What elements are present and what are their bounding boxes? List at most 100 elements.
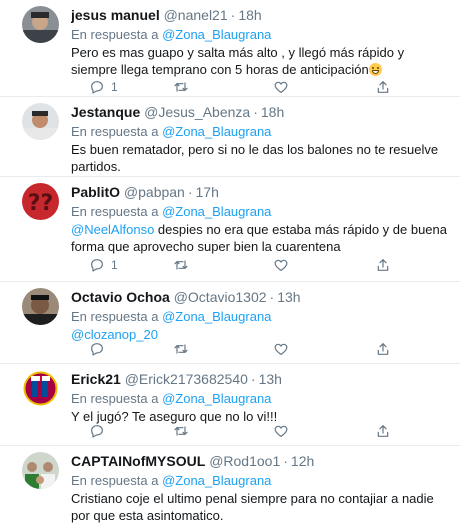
like-button[interactable]: [273, 421, 289, 441]
replying-to-mention[interactable]: @Zona_Blaugrana: [162, 309, 271, 324]
user-handle[interactable]: @pabpan: [124, 184, 185, 200]
tweet-actions: 1: [71, 255, 411, 275]
tweet-header: PablitO @pabpan · 17h: [71, 183, 448, 201]
share-button[interactable]: [375, 421, 391, 441]
heart-icon: [274, 81, 288, 93]
heart-icon: [274, 343, 288, 355]
replying-to: En respuesta a @Zona_Blaugrana: [71, 472, 448, 489]
replying-prefix: En respuesta a: [71, 309, 159, 324]
replying-to-mention[interactable]: @Zona_Blaugrana: [162, 204, 271, 219]
display-name[interactable]: PablitO: [71, 184, 120, 200]
reply-count: 1: [111, 80, 118, 94]
share-icon: [377, 343, 389, 355]
separator-dot: ·: [253, 104, 258, 120]
user-handle[interactable]: @Octavio1302: [174, 289, 267, 305]
heart-icon: [274, 259, 288, 271]
user-handle[interactable]: @nanel21: [164, 7, 228, 23]
svg-text:??: ??: [28, 191, 54, 216]
tweet[interactable]: Jestanque @Jesus_Abenza · 18h En respuesta…: [0, 97, 460, 177]
tweet-header: Octavio Ochoa @Octavio1302 · 13h: [71, 288, 448, 306]
separator-dot: ·: [283, 453, 288, 469]
avatar[interactable]: [22, 452, 59, 489]
avatar[interactable]: [22, 288, 59, 325]
tweet[interactable]: jesus manuel @nanel21 · 18h En respuesta a…: [0, 0, 460, 97]
user-handle[interactable]: @Erick2173682540: [125, 371, 248, 387]
replying-to: En respuesta a @Zona_Blaugrana: [71, 26, 448, 43]
reply-button[interactable]: [89, 421, 105, 441]
reply-count: 1: [111, 258, 118, 272]
tweet-text: Es buen rematador, pero si no le das los…: [71, 142, 439, 174]
display-name[interactable]: Jestanque: [71, 104, 140, 120]
tweet-header: Jestanque @Jesus_Abenza · 18h: [71, 103, 448, 121]
replying-to: En respuesta a @Zona_Blaugrana: [71, 203, 448, 220]
avatar[interactable]: [22, 103, 59, 140]
reply-icon: [91, 259, 103, 272]
reply-button[interactable]: 1: [89, 255, 118, 275]
replying-to: En respuesta a @Zona_Blaugrana: [71, 123, 448, 140]
display-name[interactable]: Octavio Ochoa: [71, 289, 170, 305]
replying-prefix: En respuesta a: [71, 473, 159, 488]
reply-icon: [91, 425, 103, 438]
share-button[interactable]: [375, 339, 391, 359]
replying-to-mention[interactable]: @Zona_Blaugrana: [162, 391, 271, 406]
timestamp[interactable]: 17h: [196, 184, 219, 200]
avatar[interactable]: ??: [22, 183, 59, 220]
replying-to-mention[interactable]: @Zona_Blaugrana: [162, 27, 271, 42]
tweet-text: @NeelAlfonso despies no era que estaba m…: [71, 221, 448, 255]
share-icon: [377, 81, 389, 93]
replying-to-mention[interactable]: @Zona_Blaugrana: [162, 124, 271, 139]
replying-prefix: En respuesta a: [71, 124, 159, 139]
timestamp[interactable]: 18h: [261, 104, 284, 120]
timestamp[interactable]: 13h: [277, 289, 300, 305]
retweet-button[interactable]: [173, 421, 189, 441]
replying-to: En respuesta a @Zona_Blaugrana: [71, 308, 448, 325]
replying-prefix: En respuesta a: [71, 391, 159, 406]
tweet-header: Erick21 @Erick2173682540 · 13h: [71, 370, 448, 388]
user-handle[interactable]: @Rod1oo1: [209, 453, 280, 469]
timestamp[interactable]: 12h: [291, 453, 314, 469]
replying-to-mention[interactable]: @Zona_Blaugrana: [162, 473, 271, 488]
retweet-icon: [174, 344, 188, 354]
tweet[interactable]: CAPTAINofMYSOUL @Rod1oo1 · 12h En respuest…: [0, 446, 460, 525]
tweet-text: Cristiano coje el ultimo penal siempre p…: [71, 491, 434, 523]
retweet-icon: [174, 82, 188, 92]
like-button[interactable]: [273, 339, 289, 359]
replying-prefix: En respuesta a: [71, 27, 159, 42]
tweet-text-content: Pero es mas guapo y salta más alto , y l…: [71, 45, 405, 77]
like-button[interactable]: [273, 77, 289, 97]
timestamp[interactable]: 13h: [259, 371, 282, 387]
separator-dot: ·: [250, 371, 256, 387]
retweet-button[interactable]: [173, 77, 189, 97]
tweet-mention[interactable]: @NeelAlfonso: [71, 222, 154, 237]
tweet[interactable]: Erick21 @Erick2173682540 · 13h En respuest…: [0, 364, 460, 446]
reply-icon: [91, 343, 103, 356]
retweet-button[interactable]: [173, 255, 189, 275]
display-name[interactable]: Erick21: [71, 371, 121, 387]
retweet-button[interactable]: [173, 339, 189, 359]
tweet-text: Pero es mas guapo y salta más alto , y l…: [71, 44, 448, 78]
separator-dot: ·: [269, 289, 275, 305]
share-icon: [377, 259, 389, 271]
reply-button[interactable]: [89, 339, 105, 359]
display-name[interactable]: jesus manuel: [71, 7, 160, 23]
share-button[interactable]: [375, 255, 391, 275]
like-button[interactable]: [273, 255, 289, 275]
reply-icon: [91, 81, 103, 94]
user-handle[interactable]: @Jesus_Abenza: [144, 104, 250, 120]
tweet[interactable]: Octavio Ochoa @Octavio1302 · 13h En respue…: [0, 282, 460, 364]
tweet-actions: [71, 339, 411, 359]
timestamp[interactable]: 18h: [238, 7, 261, 23]
avatar[interactable]: [22, 6, 59, 43]
display-name[interactable]: CAPTAINofMYSOUL: [71, 453, 205, 469]
retweet-icon: [174, 426, 188, 436]
separator-dot: ·: [230, 7, 236, 23]
share-button[interactable]: [375, 77, 391, 97]
avatar[interactable]: [22, 370, 59, 407]
heart-icon: [274, 425, 288, 437]
reply-feed: jesus manuel @nanel21 · 18h En respuesta a…: [0, 0, 460, 525]
replying-prefix: En respuesta a: [71, 204, 159, 219]
reply-button[interactable]: 1: [89, 77, 118, 97]
share-icon: [377, 425, 389, 437]
tweet-actions: [71, 421, 411, 441]
tweet[interactable]: ?? PablitO @pabpan · 17h En respuesta a @Z…: [0, 177, 460, 282]
